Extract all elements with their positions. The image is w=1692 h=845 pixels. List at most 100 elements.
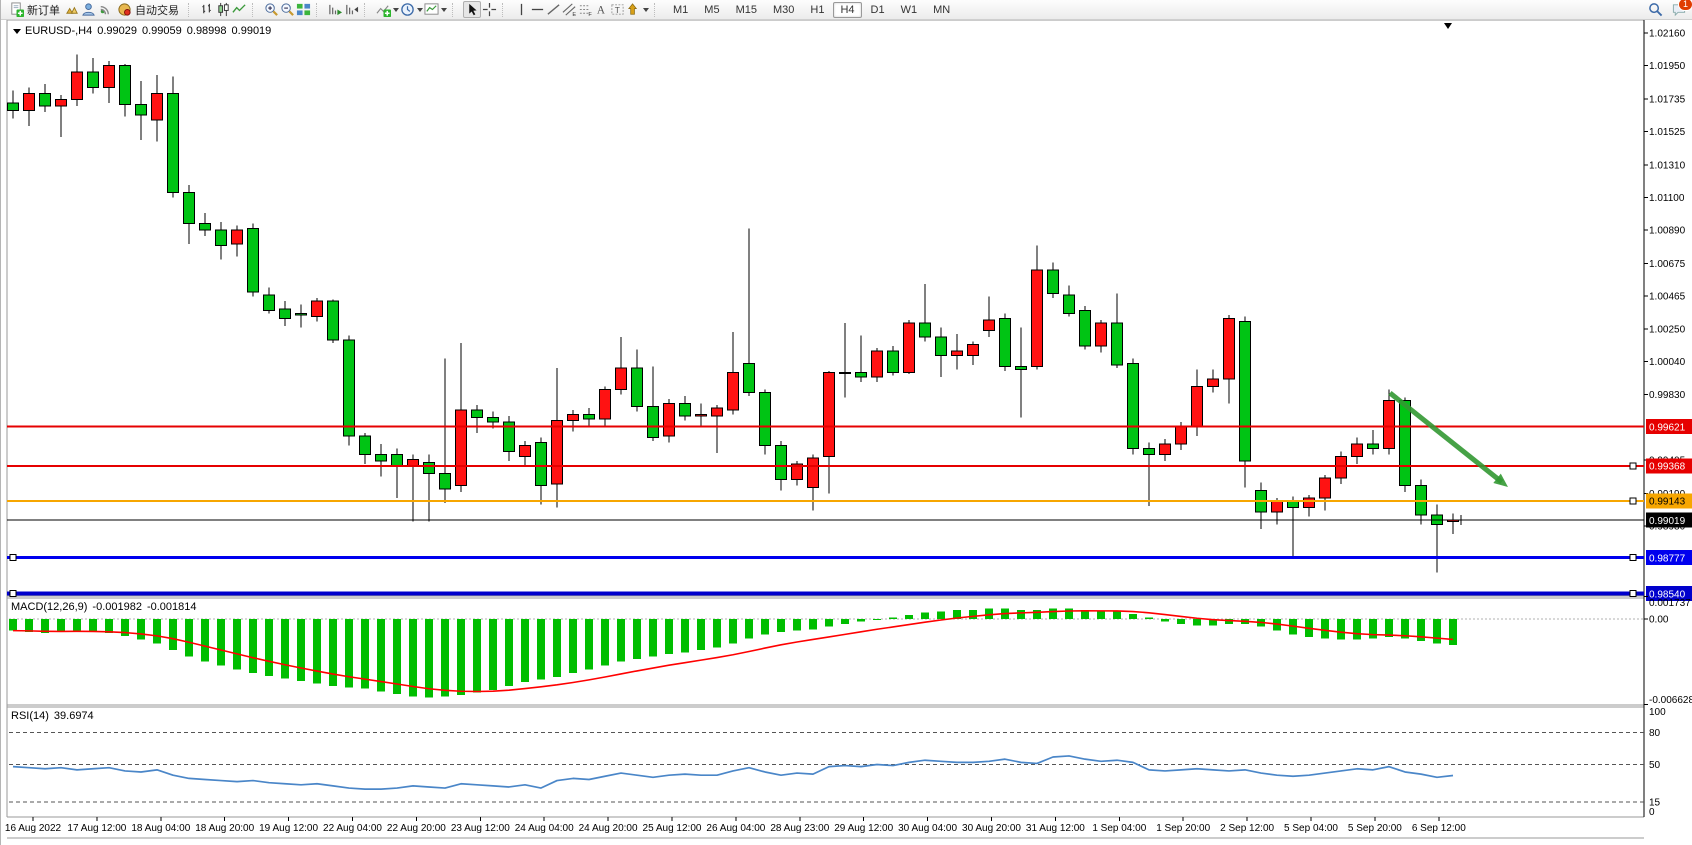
template-caret[interactable] xyxy=(441,8,447,12)
chart-shift-marker[interactable] xyxy=(1444,23,1452,29)
macd-histogram-bar xyxy=(201,619,209,662)
line-chart-icon[interactable] xyxy=(231,2,247,17)
timeframe-MN[interactable]: MN xyxy=(926,2,957,18)
macd-histogram-bar xyxy=(905,615,913,619)
macd-histogram-bar xyxy=(233,619,241,669)
macd-histogram-bar xyxy=(153,619,161,644)
candle xyxy=(1272,501,1283,512)
cursor-icon[interactable] xyxy=(463,1,481,18)
auto-scroll-icon[interactable] xyxy=(327,2,343,17)
candle xyxy=(392,455,403,466)
candlestick-chart-icon[interactable] xyxy=(215,2,231,17)
fibonacci-tool-icon[interactable]: F xyxy=(577,2,593,17)
signals-icon[interactable] xyxy=(96,2,112,17)
line-handle[interactable] xyxy=(1630,463,1636,469)
macd-histogram-bar xyxy=(681,619,689,653)
macd-histogram-bar xyxy=(441,619,449,696)
macd-histogram-bar xyxy=(1449,619,1457,645)
community-icon[interactable] xyxy=(80,2,96,17)
candle xyxy=(200,224,211,230)
candle xyxy=(184,193,195,224)
chart-area[interactable]: 1.021601.019501.017351.015251.013101.011… xyxy=(1,20,1692,845)
timeframe-H1[interactable]: H1 xyxy=(803,2,831,18)
line-handle[interactable] xyxy=(1630,555,1636,561)
time-axis-label: 19 Aug 12:00 xyxy=(259,823,318,834)
candle xyxy=(744,363,755,392)
candle xyxy=(1352,444,1363,456)
candle xyxy=(472,410,483,418)
zoom-in-icon[interactable] xyxy=(263,2,279,17)
candle xyxy=(152,93,163,119)
indicators-icon[interactable] xyxy=(375,2,391,17)
rsi-scale-label: 50 xyxy=(1649,760,1661,771)
market-depth-icon[interactable] xyxy=(64,2,80,17)
template-icon[interactable] xyxy=(423,2,439,17)
arrows-tool-icon[interactable] xyxy=(625,2,641,17)
equidistant-channel-tool-icon[interactable]: E xyxy=(561,2,577,17)
price-tick-label: 1.01100 xyxy=(1649,193,1685,204)
macd-histogram-bar xyxy=(1049,609,1057,619)
macd-histogram-bar xyxy=(649,619,657,656)
bar-chart-icon[interactable] xyxy=(199,2,215,17)
macd-histogram-bar xyxy=(745,619,753,638)
candle xyxy=(440,473,451,489)
horizontal-line-tool-icon[interactable] xyxy=(529,2,545,17)
candle xyxy=(856,373,867,378)
candle xyxy=(584,414,595,419)
macd-histogram-bar xyxy=(57,619,65,632)
candle xyxy=(1048,270,1059,293)
macd-scale-label: 0.001737 xyxy=(1649,598,1691,609)
notifications-icon[interactable]: 1 xyxy=(1671,2,1687,17)
macd-label: MACD(12,26,9) xyxy=(11,601,87,613)
toolbar-separator xyxy=(252,3,258,17)
period-icon[interactable] xyxy=(399,2,415,17)
candle xyxy=(1128,363,1139,448)
rsi-indicator-header: RSI(14)39.6974 xyxy=(11,710,94,722)
macd-histogram-bar xyxy=(281,619,289,678)
text-label-tool-icon[interactable]: T xyxy=(609,2,625,17)
price-badge-label: 0.99019 xyxy=(1649,516,1686,527)
macd-histogram-bar xyxy=(473,619,481,693)
line-handle[interactable] xyxy=(10,555,16,561)
macd-histogram-bar xyxy=(1145,618,1153,619)
timeframe-M5[interactable]: M5 xyxy=(697,2,726,18)
crosshair-icon[interactable] xyxy=(481,2,497,17)
vertical-line-tool-icon[interactable] xyxy=(513,2,529,17)
candle xyxy=(1384,400,1395,448)
timeframe-W1[interactable]: W1 xyxy=(894,2,925,18)
candle xyxy=(216,230,227,246)
toolbar-separator xyxy=(364,3,370,17)
chart-canvas[interactable]: 1.021601.019501.017351.015251.013101.011… xyxy=(1,20,1692,845)
macd-histogram-bar xyxy=(1433,619,1441,644)
timeframe-D1[interactable]: D1 xyxy=(864,2,892,18)
time-axis-label: 17 Aug 12:00 xyxy=(67,823,126,834)
candle xyxy=(728,373,739,410)
candle xyxy=(696,414,707,416)
line-handle[interactable] xyxy=(10,591,16,597)
candle xyxy=(776,445,787,479)
macd-histogram-bar xyxy=(489,619,497,690)
timeframe-M1[interactable]: M1 xyxy=(666,2,695,18)
line-handle[interactable] xyxy=(1630,591,1636,597)
trendline-tool-icon[interactable] xyxy=(545,2,561,17)
chart-shift-icon[interactable] xyxy=(343,2,359,17)
symbol-dropdown-icon[interactable] xyxy=(13,29,21,34)
new-order-button[interactable]: 新订单 xyxy=(4,1,64,19)
time-axis-label: 31 Aug 12:00 xyxy=(1026,823,1085,834)
search-icon[interactable] xyxy=(1647,2,1663,17)
macd-histogram-bar xyxy=(137,619,145,640)
auto-trading-button[interactable]: 自动交易 xyxy=(112,1,183,19)
macd-histogram-bar xyxy=(1097,611,1105,619)
timeframe-M15[interactable]: M15 xyxy=(729,2,764,18)
line-handle[interactable] xyxy=(1630,498,1636,504)
arrows-tool-caret[interactable] xyxy=(643,8,649,12)
timeframe-H4[interactable]: H4 xyxy=(833,2,861,18)
text-tool-icon[interactable]: A xyxy=(593,2,609,17)
macd-histogram-bar xyxy=(521,619,529,682)
macd-histogram-bar xyxy=(9,619,17,631)
timeframe-M30[interactable]: M30 xyxy=(766,2,801,18)
tile-windows-icon[interactable] xyxy=(295,2,311,17)
candle xyxy=(104,66,115,88)
zoom-out-icon[interactable] xyxy=(279,2,295,17)
candle xyxy=(1016,366,1027,369)
